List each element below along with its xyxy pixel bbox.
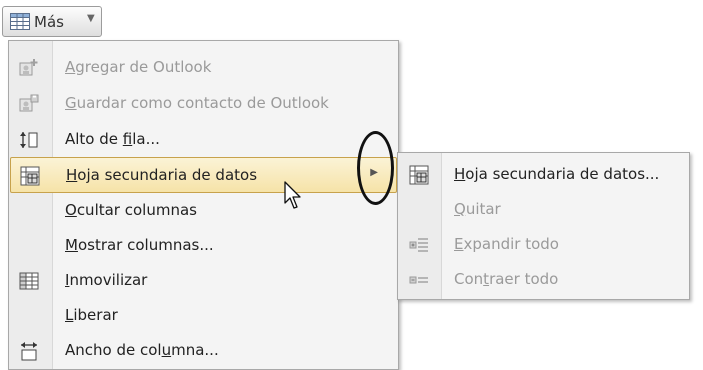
submenu-item-label: Expandir todo [454, 235, 559, 253]
chevron-down-icon: ▼ [87, 13, 95, 24]
freeze-icon [19, 271, 39, 291]
table-grid-icon [10, 13, 30, 34]
menu-item-unfreeze[interactable]: Liberar [9, 298, 398, 334]
submenu-item-remove[interactable]: Quitar [398, 192, 689, 227]
mas-button[interactable]: Más ▼ [2, 6, 102, 37]
menu-item-label: Mostrar columnas... [65, 236, 214, 254]
menu-item-show-columns[interactable]: Mostrar columnas... [9, 228, 398, 264]
more-menu: Agregar de Outlook Guardar como contacto… [8, 40, 399, 370]
subdatasheet-icon [20, 166, 40, 186]
add-contact-icon [19, 58, 39, 78]
menu-item-label: Guardar como contacto de Outlook [65, 94, 329, 112]
menu-item-freeze[interactable]: Inmovilizar [9, 263, 398, 299]
mas-button-label: Más [34, 13, 64, 31]
subdatasheet-submenu: Hoja secundaria de datos... Quitar Expan… [397, 152, 690, 300]
submenu-item-label: Hoja secundaria de datos... [454, 165, 660, 183]
submenu-item-subdatasheet[interactable]: Hoja secundaria de datos... [398, 157, 689, 192]
menu-item-label: Ancho de columna... [65, 341, 219, 359]
menu-item-column-width[interactable]: Ancho de columna... [9, 333, 398, 369]
mouse-cursor-icon [284, 181, 304, 215]
menu-item-label: Ocultar columnas [65, 201, 197, 219]
menu-item-subdatasheet[interactable]: Hoja secundaria de datos ▶ [10, 157, 397, 193]
menu-item-add-from-outlook[interactable]: Agregar de Outlook [9, 50, 398, 86]
submenu-item-expand-all[interactable]: Expandir todo [398, 227, 689, 262]
menu-item-label: Agregar de Outlook [65, 58, 212, 76]
save-contact-icon [19, 94, 39, 114]
menu-item-hide-columns[interactable]: Ocultar columnas [9, 193, 398, 229]
expand-all-icon [409, 235, 429, 255]
menu-item-row-height[interactable]: Alto de fila... [9, 122, 398, 158]
submenu-item-collapse-all[interactable]: Contraer todo [398, 262, 689, 297]
menu-item-save-as-outlook-contact[interactable]: Guardar como contacto de Outlook [9, 86, 398, 122]
subdatasheet-icon [409, 165, 429, 185]
menu-item-label: Liberar [65, 306, 118, 324]
menu-item-label: Inmovilizar [65, 271, 148, 289]
collapse-all-icon [409, 270, 429, 290]
column-width-icon [19, 341, 39, 361]
submenu-item-label: Contraer todo [454, 270, 559, 288]
submenu-item-label: Quitar [454, 200, 501, 218]
menu-item-label: Hoja secundaria de datos [66, 166, 258, 184]
row-height-icon [19, 130, 39, 150]
menu-item-label: Alto de fila... [65, 130, 160, 148]
annotation-circle [357, 131, 394, 205]
